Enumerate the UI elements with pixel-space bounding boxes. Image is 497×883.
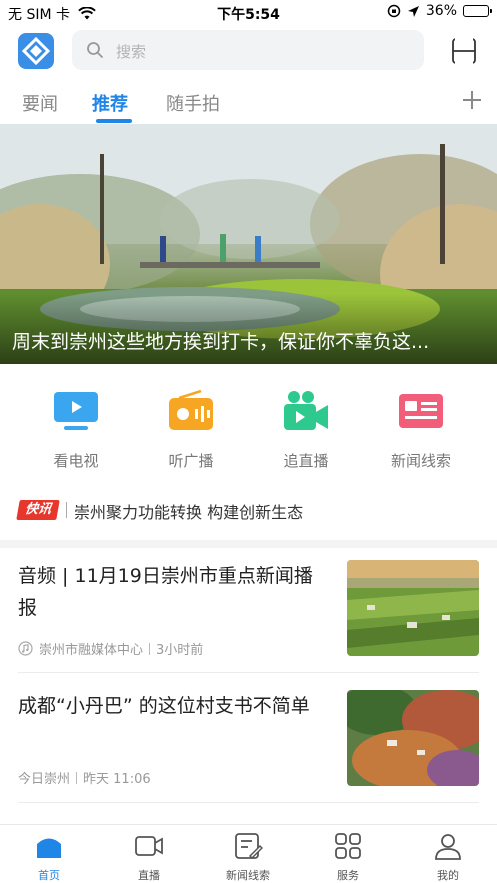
radio-icon [169, 389, 213, 430]
banner-caption: 周末到崇州这些地方挨到打卡，保证你不辜负这... [12, 331, 430, 353]
search-icon [87, 42, 103, 58]
edit-note-icon [235, 833, 264, 860]
video-icon [135, 836, 163, 856]
meta-separator [76, 771, 78, 784]
quick-links: 看电视 听广播 追直播 新闻线索 [0, 389, 497, 471]
section-divider [0, 540, 497, 548]
battery-percent: 36% [425, 3, 457, 19]
flash-text: 崇州聚力功能转换 构建创新生态 [74, 503, 304, 522]
nav-label: 直播 [138, 869, 160, 882]
nav-label: 新闻线索 [226, 869, 270, 882]
quick-link-radio[interactable]: 听广播 [146, 389, 236, 471]
quick-link-label: 追直播 [283, 452, 329, 470]
nav-home[interactable]: 首页 [14, 831, 84, 883]
tab-yaowen[interactable]: 要闻 [22, 90, 58, 116]
orientation-lock-icon [387, 4, 401, 18]
quick-link-label: 看电视 [53, 452, 99, 470]
hero-banner[interactable]: 周末到崇州这些地方挨到打卡，保证你不辜负这... [0, 124, 497, 364]
thumbnail-image [347, 560, 479, 656]
active-tab-indicator [96, 119, 132, 123]
news-time: 昨天 11:06 [83, 772, 151, 787]
tab-tuijian[interactable]: 推荐 [92, 90, 128, 116]
location-arrow-icon [407, 5, 419, 17]
flash-separator [66, 502, 67, 518]
add-channel-icon[interactable] [462, 90, 482, 110]
news-item[interactable]: 音频 | 11月19日崇州市重点新闻播报 崇州市融媒体中心 3小时前 [0, 560, 497, 690]
quick-link-label: 新闻线索 [390, 452, 451, 470]
nav-label: 服务 [337, 869, 359, 882]
quick-link-tv[interactable]: 看电视 [31, 390, 121, 471]
news-divider [18, 802, 479, 803]
news-source: 今日崇州 [18, 772, 71, 787]
news-clue-icon [399, 394, 443, 428]
news-title: 音频 | 11月19日崇州市重点新闻播报 [18, 565, 313, 619]
status-bar: 无 SIM 卡 下午5:54 36% [0, 0, 497, 26]
tab-suishoupai[interactable]: 随手拍 [166, 90, 220, 116]
thumbnail-image [347, 690, 479, 786]
news-thumbnail [347, 690, 479, 786]
user-icon [435, 834, 461, 860]
nav-live[interactable]: 直播 [114, 831, 184, 883]
news-thumbnail [347, 560, 479, 656]
news-meta: 今日崇州 昨天 11:06 [18, 768, 151, 787]
bottom-nav: 首页 直播 新闻线索 服务 我的 [0, 824, 497, 883]
quick-link-label: 听广播 [168, 452, 214, 470]
news-time: 3小时前 [156, 643, 204, 658]
home-icon [37, 838, 61, 858]
flash-tag: 快讯 [16, 500, 60, 520]
meta-separator [149, 642, 151, 655]
menu-icon[interactable] [452, 38, 476, 64]
app-logo[interactable] [18, 33, 54, 69]
news-title: 成都“小丹巴” 的这位村支书不简单 [18, 695, 310, 717]
channel-tabs: 要闻 推荐 随手拍 [0, 82, 497, 124]
nav-news-clue[interactable]: 新闻线索 [213, 831, 283, 883]
nav-profile[interactable]: 我的 [413, 831, 483, 883]
search-bar[interactable]: 搜索 [72, 30, 424, 70]
audio-note-icon [18, 641, 33, 656]
news-source: 崇州市融媒体中心 [39, 643, 144, 658]
flash-news-ticker[interactable]: 快讯 崇州聚力功能转换 构建创新生态 [16, 496, 488, 524]
grid-icon [335, 833, 361, 859]
tv-icon [54, 392, 98, 430]
live-camera-icon [284, 391, 328, 430]
app-header: 搜索 [0, 28, 497, 74]
nav-label: 首页 [38, 869, 60, 882]
news-divider [18, 672, 479, 673]
quick-link-news-clue[interactable]: 新闻线索 [376, 390, 466, 471]
news-meta: 崇州市融媒体中心 3小时前 [18, 639, 203, 658]
search-placeholder: 搜索 [116, 43, 147, 61]
status-right: 36% [387, 3, 492, 19]
quick-link-live[interactable]: 追直播 [261, 390, 351, 471]
nav-label: 我的 [437, 869, 459, 882]
news-item[interactable]: 成都“小丹巴” 的这位村支书不简单 今日崇州 昨天 11:06 [0, 690, 497, 820]
logo-mark-icon [21, 36, 51, 66]
nav-service[interactable]: 服务 [313, 831, 383, 883]
battery-icon [463, 5, 492, 17]
